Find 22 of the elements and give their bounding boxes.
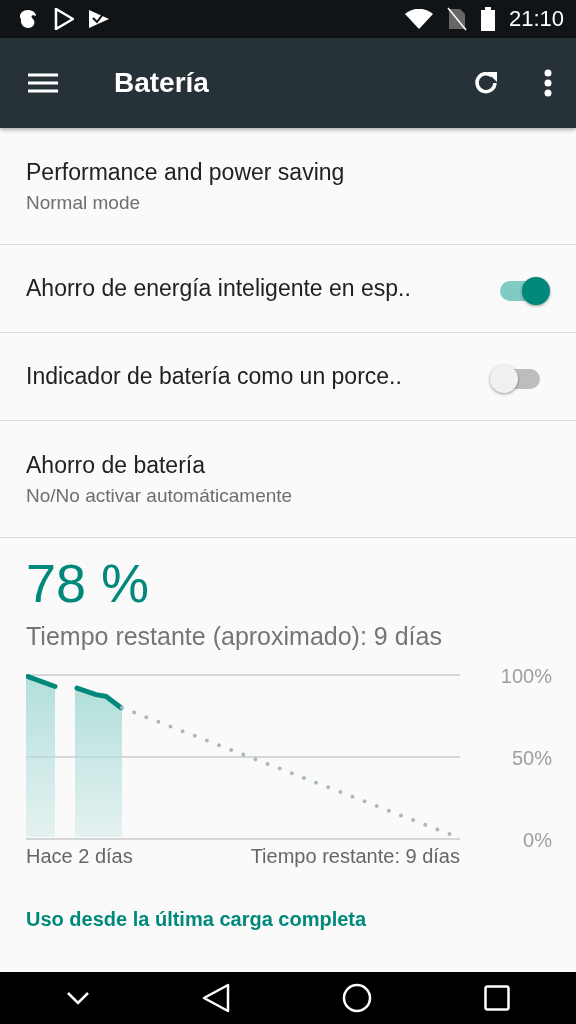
- play-icon: [54, 8, 74, 30]
- setting-title[interactable]: Indicador de batería como un porce..: [26, 363, 494, 390]
- axis-label: Hace 2 días: [26, 845, 133, 868]
- time-remaining: Tiempo restante (aproximado): 9 días: [26, 622, 443, 651]
- wifi-icon: [404, 9, 433, 29]
- axis-label: 0%: [523, 829, 552, 851]
- battery-percent: 78 %: [26, 552, 151, 614]
- setting-summary: No/No activar automáticamente: [26, 484, 294, 507]
- screen-title: Batería: [114, 67, 210, 99]
- usage-link[interactable]: Uso desde la última carga completa: [26, 908, 367, 931]
- axis-label: 50%: [511, 747, 552, 769]
- setting-title[interactable]: Ahorro de energía inteligente en esp..: [26, 275, 494, 302]
- check-icon: [88, 9, 110, 29]
- axis-label: 100%: [500, 665, 552, 687]
- setting-summary: Normal mode: [26, 191, 142, 214]
- battery-icon: [480, 7, 495, 31]
- axis-label: Tiempo restante: 9 días: [250, 845, 460, 868]
- setting-title[interactable]: Ahorro de batería: [26, 451, 546, 479]
- setting-title[interactable]: Performance and power saving: [26, 158, 546, 186]
- no-sim-icon: [446, 7, 467, 31]
- menu-icon[interactable]: [28, 73, 58, 93]
- clock: 21:10: [508, 6, 564, 32]
